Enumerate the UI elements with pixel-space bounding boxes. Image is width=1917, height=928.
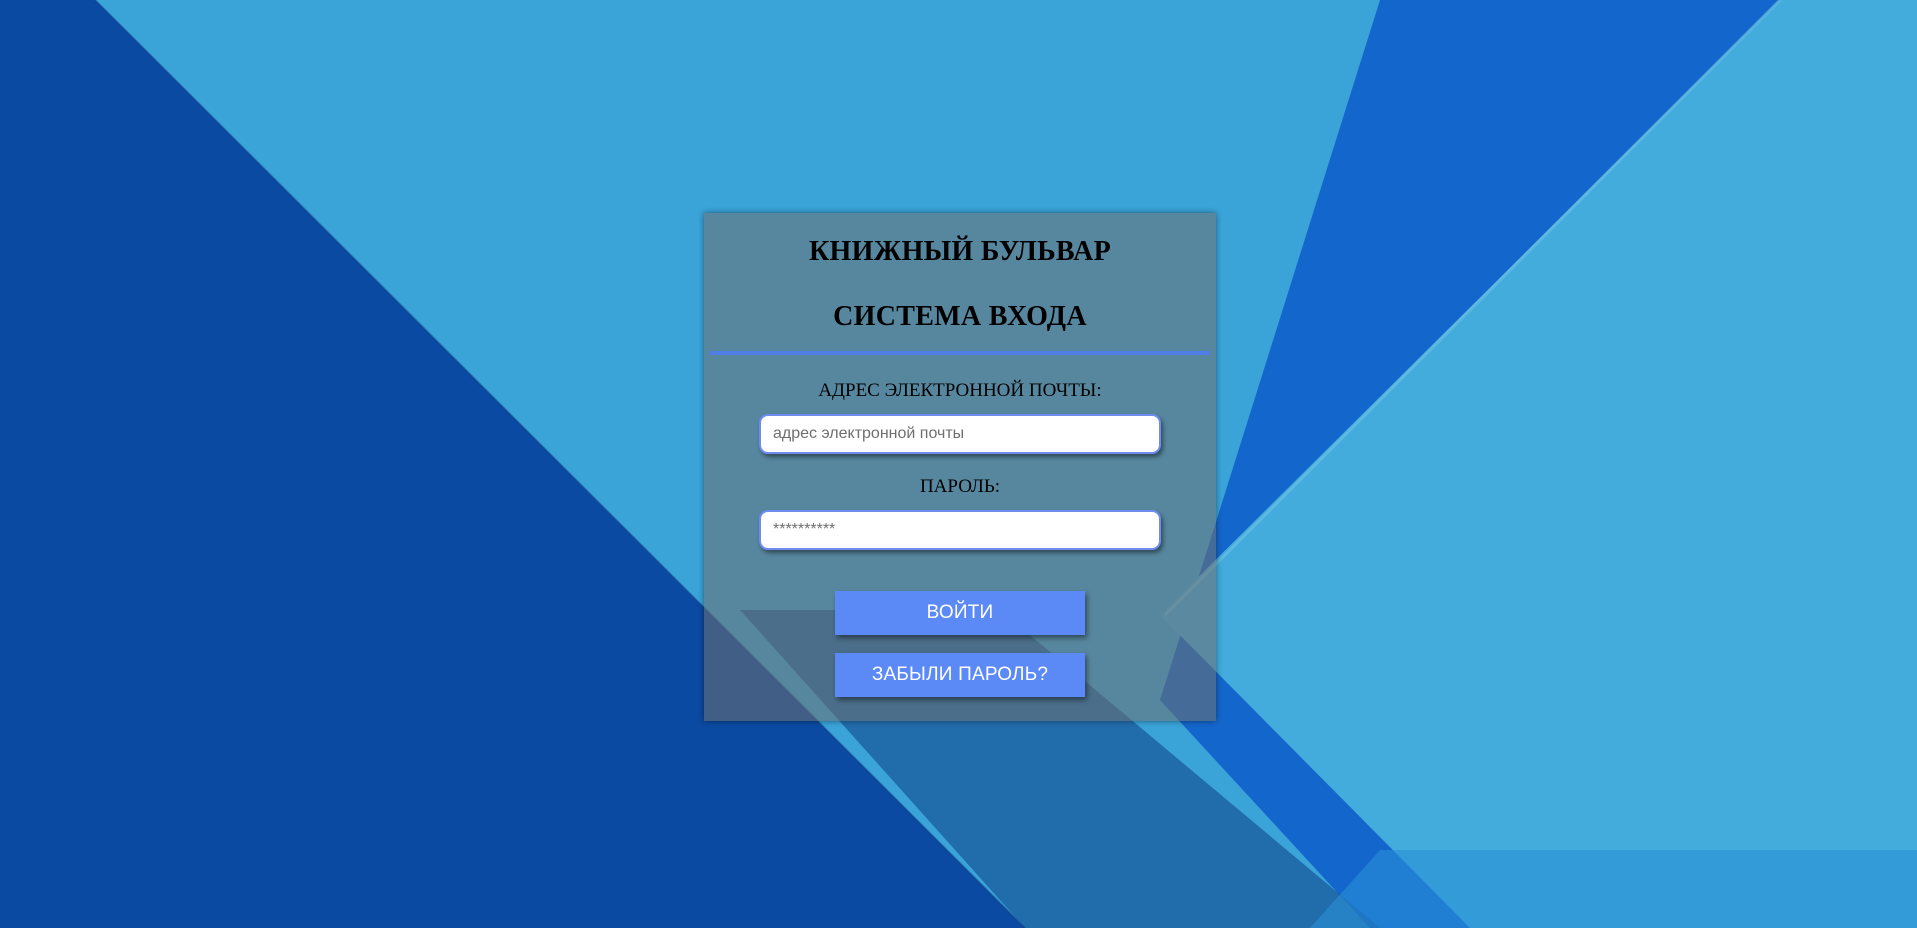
password-label: ПАРОЛЬ:: [919, 476, 1001, 497]
password-input[interactable]: [759, 510, 1161, 550]
background-bottom-strip: [1310, 850, 1917, 928]
site-title: КНИЖНЫЙ БУЛЬВАР: [808, 236, 1112, 267]
login-card: КНИЖНЫЙ БУЛЬВАР СИСТЕМА ВХОДА АДРЕС ЭЛЕК…: [704, 213, 1216, 721]
title-divider: [710, 351, 1210, 355]
form-title: СИСТЕМА ВХОДА: [833, 301, 1087, 332]
email-input[interactable]: [759, 414, 1161, 454]
email-label: АДРЕС ЭЛЕКТРОННОЙ ПОЧТЫ:: [818, 380, 1102, 401]
forgot-password-button[interactable]: ЗАБЫЛИ ПАРОЛЬ?: [835, 653, 1085, 697]
login-button[interactable]: ВОЙТИ: [835, 591, 1085, 635]
